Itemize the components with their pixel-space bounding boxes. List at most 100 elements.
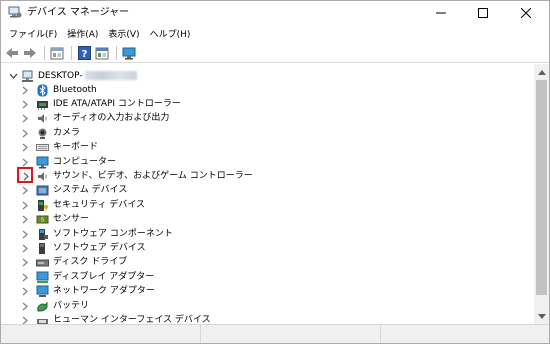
tree-item-label: セキュリティ デバイス (53, 199, 146, 210)
expand-chevron-icon[interactable] (19, 128, 30, 139)
monitor-icon[interactable] (121, 45, 137, 61)
menu-help[interactable]: ヘルプ(H) (145, 26, 196, 44)
tree-item-label: ネットワーク アダプター (53, 286, 155, 297)
tree-item-row[interactable]: Bluetooth (1, 83, 534, 97)
tree-item-row[interactable]: カメラ (1, 126, 534, 140)
expand-chevron-icon[interactable] (19, 272, 30, 283)
tree-item-label: センサー (53, 214, 90, 225)
svg-text:?: ? (81, 49, 87, 60)
tree-item-label: ディスプレイ アダプター (53, 271, 155, 282)
tree-item-row[interactable]: ディスプレイ アダプター (1, 270, 534, 284)
tree-item-row[interactable]: ソフトウェア コンポーネント (1, 227, 534, 241)
expand-chevron-icon[interactable] (19, 142, 30, 153)
tree-item-row[interactable]: コンピューター (1, 155, 534, 169)
expand-chevron-icon[interactable] (19, 243, 30, 254)
status-pane (201, 325, 381, 343)
forward-arrow-icon[interactable] (22, 45, 38, 61)
device-manager-icon (8, 6, 22, 19)
tree-item-label: サウンド、ビデオ、およびゲーム コントローラー (53, 170, 253, 181)
expand-chevron-icon[interactable] (20, 171, 31, 182)
expand-chevron-icon[interactable] (19, 185, 30, 196)
computer-icon (36, 156, 49, 169)
expand-chevron-icon[interactable] (19, 99, 30, 110)
vertical-scrollbar[interactable] (534, 64, 549, 324)
status-pane (381, 325, 547, 343)
minimize-button[interactable] (421, 1, 461, 25)
tree-item-label: キーボード (53, 142, 99, 153)
scrollbar-thumb[interactable] (536, 80, 547, 295)
menu-action[interactable]: 操作(A) (62, 26, 103, 44)
ide-controller-icon (36, 98, 49, 111)
properties-icon[interactable] (49, 45, 65, 61)
toolbar-separator (71, 46, 72, 60)
sound-icon (36, 170, 49, 183)
expand-chevron-icon[interactable] (19, 85, 30, 96)
back-arrow-icon[interactable] (4, 45, 20, 61)
tree-item-row[interactable]: S センサー (1, 213, 534, 227)
tree-item-label: IDE ATA/ATAPI コントローラー (53, 98, 181, 109)
tree-item-row[interactable]: バッテリ (1, 299, 534, 313)
tree-item-row[interactable]: セキュリティ デバイス (1, 198, 534, 212)
expand-chevron-icon[interactable] (19, 286, 30, 297)
tree-item-label: システム デバイス (53, 185, 128, 196)
tree-item-label: ソフトウェア コンポーネント (53, 228, 173, 239)
update-driver-icon[interactable] (94, 45, 110, 61)
tree-item-label: カメラ (53, 127, 81, 138)
hid-icon (36, 314, 49, 324)
svg-text:S: S (41, 218, 44, 224)
expand-chevron-icon[interactable] (19, 257, 30, 268)
toolbar: ? (1, 44, 549, 63)
network-adapter-icon (36, 285, 49, 298)
sensor-icon: S (36, 213, 49, 226)
menu-view[interactable]: 表示(V) (103, 26, 144, 44)
computer-tree-root-icon (21, 70, 34, 83)
status-bar (1, 324, 549, 343)
expand-chevron-icon[interactable] (19, 113, 30, 124)
bluetooth-icon (36, 84, 49, 97)
tree-item-row[interactable]: IDE ATA/ATAPI コントローラー (1, 97, 534, 111)
scroll-up-icon[interactable] (534, 65, 549, 79)
toolbar-separator (116, 46, 117, 60)
status-pane (1, 325, 201, 343)
expand-chevron-icon[interactable] (19, 301, 30, 312)
scroll-down-icon[interactable] (534, 309, 549, 323)
expand-chevron-icon[interactable] (19, 157, 30, 168)
tree-root-row[interactable]: DESKTOP- (1, 69, 534, 83)
tree-item-label: オーディオの入力および出力 (53, 113, 170, 124)
tree-item-label: バッテリ (53, 300, 90, 311)
display-adapter-icon (36, 271, 49, 284)
tree-item-row[interactable]: ヒューマン インターフェイス デバイス (1, 313, 534, 324)
collapse-chevron-icon[interactable] (8, 71, 19, 82)
toolbar-separator (44, 46, 45, 60)
speaker-icon (36, 112, 49, 125)
window-title: デバイス マネージャー (27, 7, 130, 18)
expand-chevron-icon[interactable] (19, 229, 30, 240)
menu-file[interactable]: ファイル(F) (4, 26, 62, 44)
menu-bar: ファイル(F) 操作(A) 表示(V) ヘルプ(H) (1, 26, 549, 44)
tree-item-label: コンピューター (53, 156, 117, 167)
close-button[interactable] (506, 1, 546, 25)
software-component-icon (36, 228, 49, 241)
tree-root-label: DESKTOP- (38, 70, 137, 83)
title-bar: デバイス マネージャー (1, 1, 549, 25)
tree-item-row[interactable]: ネットワーク アダプター (1, 285, 534, 299)
tree-item-row[interactable]: キーボード (1, 141, 534, 155)
tree-item-row[interactable]: ソフトウェア デバイス (1, 241, 534, 255)
help-icon[interactable]: ? (76, 45, 92, 61)
expand-chevron-icon[interactable] (19, 200, 30, 211)
device-tree: DESKTOP- Bluetooth IDE ATA/ATAPI コントローラーオ… (1, 64, 534, 324)
redacted-hostname (84, 70, 137, 80)
camera-icon (36, 127, 49, 140)
tree-item-row[interactable]: サウンド、ビデオ、およびゲーム コントローラー (1, 167, 534, 184)
maximize-button[interactable] (463, 1, 503, 25)
disk-drive-icon (36, 256, 49, 269)
expand-chevron-icon[interactable] (19, 214, 30, 225)
tree-item-row[interactable]: オーディオの入力および出力 (1, 112, 534, 126)
security-device-icon (36, 199, 49, 212)
tree-item-row[interactable]: ディスク ドライブ (1, 256, 534, 270)
expand-chevron-icon[interactable] (19, 315, 30, 324)
tree-item-label: ヒューマン インターフェイス デバイス (53, 314, 211, 324)
tree-item-row[interactable]: システム デバイス (1, 184, 534, 198)
tree-item-label: ソフトウェア デバイス (53, 242, 146, 253)
battery-icon (36, 300, 49, 313)
